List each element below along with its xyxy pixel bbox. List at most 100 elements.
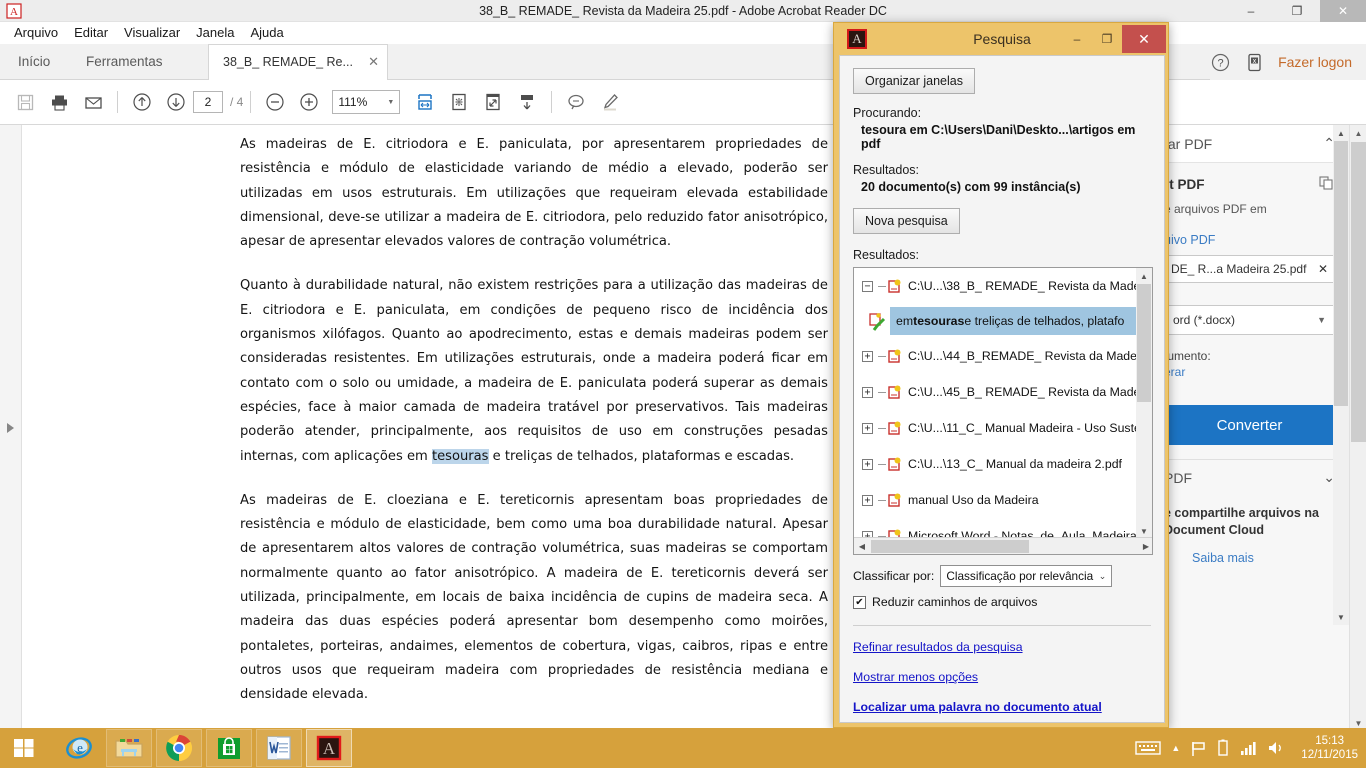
taskbar-clock[interactable]: 15:13 12/11/2015	[1295, 734, 1358, 762]
tools-right-panel: tar PDF ⌃ rt PDF e arquivos PDF em uivo …	[1149, 125, 1349, 732]
google-chrome-icon[interactable]	[156, 729, 202, 767]
link-show-less-options[interactable]: Mostrar menos opções	[853, 670, 1151, 684]
tab-close-icon[interactable]: ✕	[368, 45, 379, 81]
document-scroll-thumb[interactable]	[1351, 142, 1366, 442]
reduce-paths-checkbox[interactable]: ✔	[853, 595, 866, 609]
keyboard-icon[interactable]	[1135, 740, 1162, 756]
tree-expander-icon[interactable]: +	[862, 386, 873, 398]
window-close-button[interactable]: ✕	[1320, 0, 1366, 22]
show-hidden-icons-arrow[interactable]: ▲	[1171, 743, 1180, 753]
sign-in-button[interactable]: Fazer logon	[1278, 54, 1352, 70]
flag-icon[interactable]	[1190, 740, 1207, 757]
email-icon[interactable]	[76, 85, 110, 119]
tree-expander-icon[interactable]: +	[862, 494, 873, 506]
reduce-paths-row[interactable]: ✔ Reduzir caminhos de arquivos	[853, 595, 1151, 609]
tab-ferramentas[interactable]: Ferramentas	[72, 44, 177, 80]
rp-section-createpdf-header[interactable]: PDF ⌄	[1150, 459, 1349, 495]
windows-start-icon[interactable]	[0, 728, 48, 768]
menu-arquivo[interactable]: Arquivo	[6, 23, 66, 43]
arrow-down-icon[interactable]	[159, 85, 193, 119]
menu-janela[interactable]: Janela	[188, 23, 242, 43]
tree-row[interactable]: + C:\U...\44_B_REMADE_ Revista da Madeir…	[854, 338, 1137, 374]
highlight-icon[interactable]	[593, 85, 627, 119]
rp-vertical-scrollbar[interactable]: ▲ ▼	[1333, 125, 1349, 625]
microsoft-word-icon[interactable]	[256, 729, 302, 767]
comment-icon[interactable]	[559, 85, 593, 119]
rp-promo-link[interactable]: Saiba mais	[1150, 539, 1349, 565]
scroll-up-arrow-icon[interactable]: ▲	[1136, 268, 1152, 284]
tree-expander-icon[interactable]: +	[862, 458, 873, 470]
volume-icon[interactable]	[1267, 740, 1285, 756]
tree-vertical-scrollbar[interactable]: ▲ ▼	[1136, 268, 1152, 539]
rp-format-value: ord (*.docx)	[1173, 313, 1236, 327]
tree-row[interactable]: + C:\U...\13_C_ Manual da madeira 2.pdf	[854, 446, 1137, 482]
fullscreen-icon[interactable]	[476, 85, 510, 119]
tree-hit-row[interactable]: em tesouras e treliças de telhados, plat…	[854, 304, 1137, 338]
document-vertical-scrollbar[interactable]: ▲ ▼	[1349, 125, 1366, 732]
tree-row[interactable]: + C:\U...\11_C_ Manual Madeira - Uso Sus…	[854, 410, 1137, 446]
rp-section-export-header[interactable]: tar PDF ⌃	[1150, 125, 1349, 163]
sort-select[interactable]: Classificação por relevância ⌄	[940, 565, 1113, 587]
battery-icon[interactable]	[1217, 739, 1229, 757]
tree-horizontal-scrollbar[interactable]: ◀ ▶	[854, 537, 1152, 554]
scroll-up-arrow-icon[interactable]: ▲	[1350, 125, 1366, 142]
link-refine-search[interactable]: Refinar resultados da pesquisa	[853, 640, 1151, 654]
tree-row-label: C:\U...\13_C_ Manual da madeira 2.pdf	[908, 457, 1122, 471]
window-minimize-button[interactable]: –	[1228, 0, 1274, 22]
tree-scroll-thumb[interactable]	[1137, 284, 1151, 402]
page-display-icon[interactable]	[442, 85, 476, 119]
menu-visualizar[interactable]: Visualizar	[116, 23, 188, 43]
window-maximize-button[interactable]: ❐	[1274, 0, 1320, 22]
zoom-level-dropdown[interactable]: 111% ▼	[332, 90, 401, 114]
tree-row[interactable]: + manual Uso da Madeira	[854, 482, 1137, 518]
navigation-pane-rail[interactable]	[0, 125, 22, 732]
file-explorer-icon[interactable]	[106, 729, 152, 767]
network-icon[interactable]	[1239, 740, 1257, 756]
tree-connector	[878, 499, 886, 501]
save-icon[interactable]	[8, 85, 42, 119]
zoom-in-icon[interactable]	[292, 85, 326, 119]
link-find-word-in-document[interactable]: Localizar uma palavra no documento atual	[853, 700, 1151, 714]
tree-expander-icon[interactable]: +	[862, 422, 873, 434]
page-number-input[interactable]: 2	[193, 91, 223, 113]
scroll-up-arrow-icon[interactable]: ▲	[1333, 125, 1349, 141]
new-search-button[interactable]: Nova pesquisa	[853, 208, 960, 234]
windows-store-icon[interactable]	[206, 729, 252, 767]
rp-scroll-thumb[interactable]	[1334, 141, 1348, 406]
menu-editar[interactable]: Editar	[66, 23, 116, 43]
print-icon[interactable]	[42, 85, 76, 119]
results-tree[interactable]: − C:\U...\38_B_ REMADE_ Revista da Madei…	[853, 267, 1153, 555]
close-icon[interactable]: ✕	[1318, 262, 1328, 276]
internet-explorer-icon[interactable]: e	[56, 729, 102, 767]
convert-button[interactable]: Converter	[1164, 405, 1335, 445]
rp-export-body: rt PDF e arquivos PDF em uivo PDF DE_ R.…	[1150, 163, 1349, 445]
adobe-reader-icon[interactable]: A	[306, 729, 352, 767]
tree-expander-icon[interactable]: +	[862, 350, 873, 362]
rp-format-select[interactable]: ord (*.docx) ▼	[1164, 305, 1335, 335]
tree-row[interactable]: + Microsoft Word - Notas_de_Aula_Madeira…	[854, 518, 1137, 539]
rp-file-field[interactable]: DE_ R...a Madeira 25.pdf ✕	[1164, 255, 1335, 283]
scroll-down-arrow-icon[interactable]: ▼	[1333, 609, 1349, 625]
scroll-right-arrow-icon[interactable]: ▶	[1138, 539, 1152, 554]
tree-expander-icon[interactable]: −	[862, 280, 873, 292]
mobile-link-icon[interactable]: x	[1244, 52, 1264, 72]
scroll-down-icon[interactable]	[510, 85, 544, 119]
tab-document[interactable]: 38_B_ REMADE_ Re... ✕	[208, 44, 388, 80]
fit-width-icon[interactable]	[408, 85, 442, 119]
tab-inicio[interactable]: Início	[4, 44, 64, 80]
tree-hscroll-thumb[interactable]	[871, 539, 1029, 553]
tree-row[interactable]: − C:\U...\38_B_ REMADE_ Revista da Madei…	[854, 268, 1137, 304]
rp-doc-link[interactable]: erar	[1164, 365, 1335, 379]
expand-navigation-arrow-icon[interactable]	[7, 423, 14, 433]
search-minimize-button[interactable]: –	[1062, 25, 1092, 53]
scroll-left-arrow-icon[interactable]: ◀	[854, 539, 870, 554]
menu-ajuda[interactable]: Ajuda	[242, 23, 291, 43]
search-maximize-button[interactable]: ❐	[1092, 25, 1122, 53]
tree-hit-selected[interactable]: em tesouras e treliças de telhados, plat…	[890, 307, 1137, 335]
arrow-up-icon[interactable]	[125, 85, 159, 119]
help-icon[interactable]: ?	[1210, 52, 1230, 72]
arrange-windows-button[interactable]: Organizar janelas	[853, 68, 975, 94]
tree-row[interactable]: + C:\U...\45_B_ REMADE_ Revista da Madei…	[854, 374, 1137, 410]
search-close-button[interactable]: ✕	[1122, 25, 1166, 53]
zoom-out-icon[interactable]	[258, 85, 292, 119]
